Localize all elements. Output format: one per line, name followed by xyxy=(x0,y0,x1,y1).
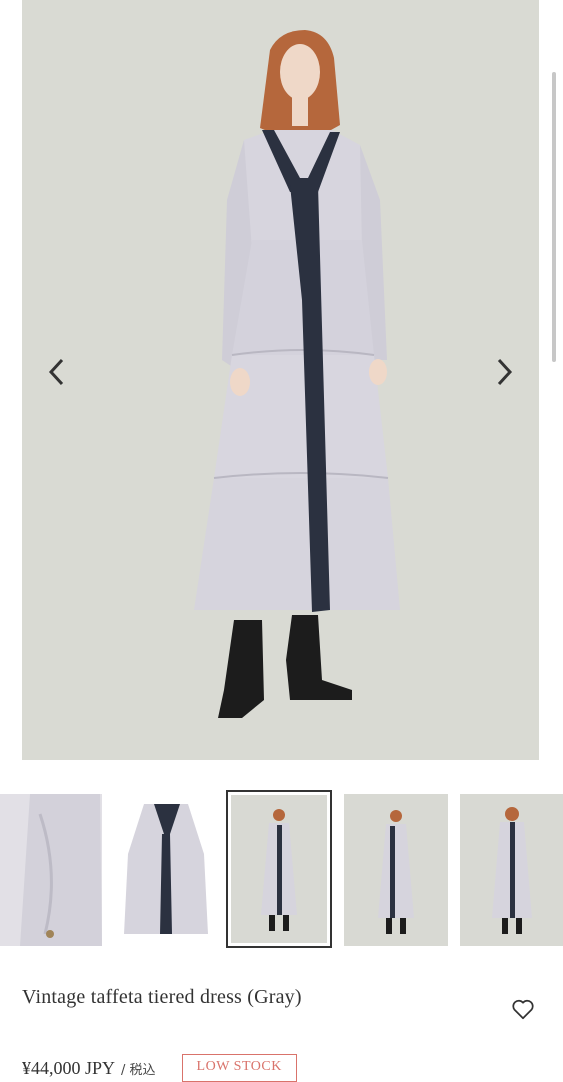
chevron-left-icon xyxy=(48,358,64,386)
product-title: Vintage taffeta tiered dress (Gray) xyxy=(22,986,302,1008)
tax-label: / 税込 xyxy=(121,1062,156,1078)
thumbnail-4[interactable] xyxy=(344,794,448,946)
gallery-prev-button[interactable] xyxy=(42,352,72,392)
thumbnail-1[interactable] xyxy=(0,794,102,946)
product-main-image[interactable] xyxy=(22,0,539,760)
page-scrollbar[interactable] xyxy=(552,72,556,362)
thumbnail-2[interactable] xyxy=(114,794,218,946)
product-price: ¥44,000 JPY xyxy=(22,1057,116,1078)
price-row: ¥44,000 JPY / 税込 LOW STOCK xyxy=(22,1054,297,1082)
stock-badge: LOW STOCK xyxy=(181,1054,297,1082)
gallery-next-button[interactable] xyxy=(489,352,519,392)
thumbnail-model-back-image xyxy=(460,794,563,946)
thumbnail-model-side-image xyxy=(344,794,448,946)
thumbnail-model-front-image xyxy=(231,795,327,943)
wishlist-button[interactable] xyxy=(510,996,536,1022)
thumbnail-3-active[interactable] xyxy=(226,790,332,948)
chevron-right-icon xyxy=(497,358,513,386)
thumbnail-detail-image xyxy=(0,794,102,946)
heart-icon xyxy=(512,999,534,1020)
thumbnail-flat-image xyxy=(114,794,218,946)
model-illustration xyxy=(194,30,400,718)
thumbnail-strip xyxy=(0,790,563,950)
thumbnail-5[interactable] xyxy=(460,794,563,946)
